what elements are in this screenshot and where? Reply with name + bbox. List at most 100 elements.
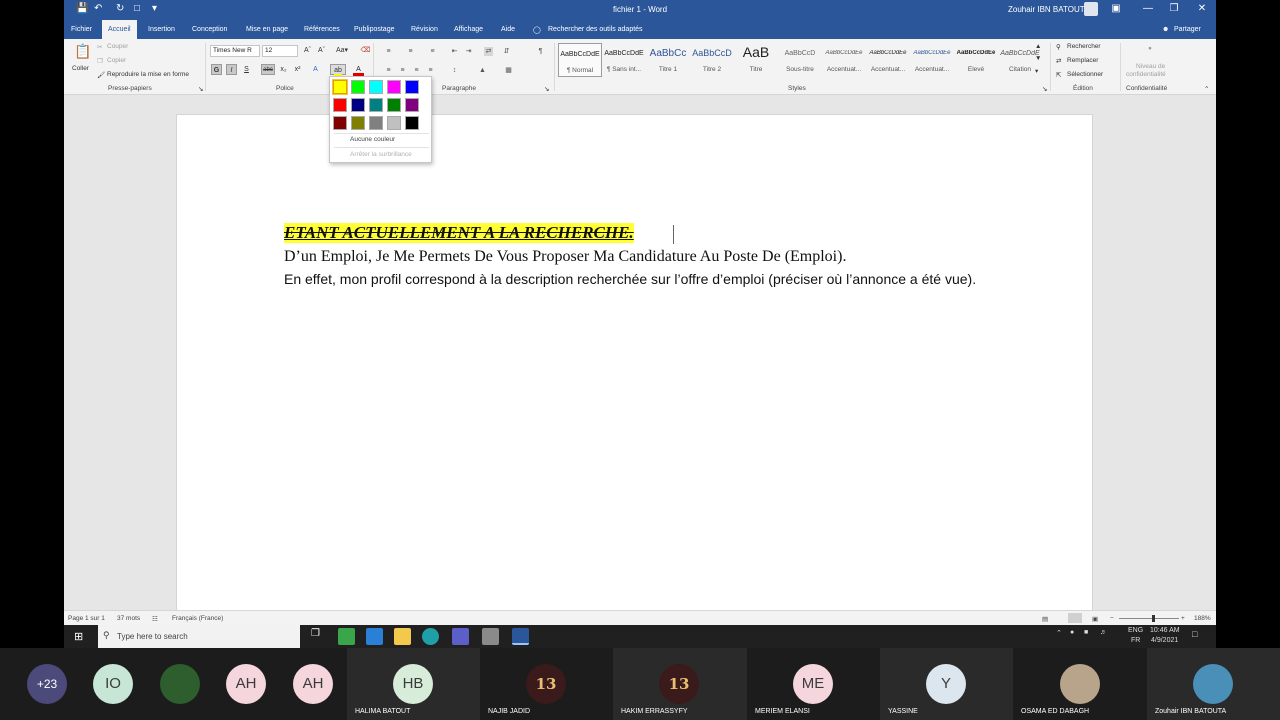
font-name-box[interactable]: Times New R xyxy=(210,45,260,57)
styles-scroll-down-icon[interactable]: ▼ xyxy=(1035,55,1041,62)
participant-tile[interactable]: Y YASSINE xyxy=(880,648,1013,720)
participant-avatar[interactable]: AH xyxy=(293,664,333,704)
font-color-button[interactable]: A xyxy=(353,64,364,76)
zoom-out-button[interactable]: − xyxy=(1110,615,1114,622)
task-view-icon[interactable]: ❐ xyxy=(307,628,324,645)
volume-icon[interactable]: ♬ xyxy=(1100,629,1107,636)
zoom-level[interactable]: 188% xyxy=(1194,615,1211,622)
increase-indent-icon[interactable]: ⇥ xyxy=(464,47,473,56)
participant-tile[interactable]: HB HALIMA BATOUT xyxy=(347,648,480,720)
language-indicator-2[interactable]: FR xyxy=(1131,637,1140,644)
highlight-swatch[interactable] xyxy=(351,98,365,112)
mail-icon[interactable] xyxy=(366,628,383,645)
tab-insertion[interactable]: Insertion xyxy=(148,26,175,33)
clear-formatting-icon[interactable]: ⌫ xyxy=(360,45,371,56)
participant-avatar[interactable]: IO xyxy=(93,664,133,704)
app-icon[interactable] xyxy=(482,628,499,645)
more-participants-counter[interactable]: +23 xyxy=(27,664,67,704)
styles-more-icon[interactable]: ▾ xyxy=(1035,67,1038,75)
participant-tile[interactable]: Zouhair IBN BATOUTA xyxy=(1147,648,1280,720)
highlight-swatch[interactable] xyxy=(405,98,419,112)
tell-me-search[interactable]: Rechercher des outils adaptés xyxy=(548,26,643,33)
participant-avatar[interactable]: AH xyxy=(226,664,266,704)
style-no-spacing[interactable]: AaBbCcDdE ¶ Sans int... xyxy=(602,43,646,77)
style-normal[interactable]: AaBbCcDdE ¶ Normal xyxy=(558,43,602,77)
tab-accueil[interactable]: Accueil xyxy=(102,20,137,39)
file-explorer-icon[interactable] xyxy=(394,628,411,645)
copy-button[interactable]: Copier xyxy=(107,57,126,64)
restore-button[interactable]: ❐ xyxy=(1164,3,1184,14)
highlight-swatch[interactable] xyxy=(405,80,419,94)
sensitivity-icon[interactable]: ● xyxy=(1148,45,1152,52)
collapse-ribbon-icon[interactable]: ⌃ xyxy=(1204,85,1209,93)
bullets-icon[interactable]: ≡ xyxy=(384,47,393,56)
document-line-1[interactable]: D’un Emploi, Je Me Permets De Vous Propo… xyxy=(284,248,846,266)
ribbon-display-icon[interactable]: ▣ xyxy=(1106,3,1126,14)
find-button[interactable]: Rechercher xyxy=(1067,43,1101,50)
numbering-icon[interactable]: ≡ xyxy=(406,47,415,56)
page-count[interactable]: Page 1 sur 1 xyxy=(68,615,105,622)
shrink-font-icon[interactable]: Aˇ xyxy=(316,45,327,56)
user-name[interactable]: Zouhair IBN BATOUTA xyxy=(1008,5,1089,14)
styles-scroll-up-icon[interactable]: ▲ xyxy=(1035,43,1041,50)
style-heading-2[interactable]: AaBbCcD Titre 2 xyxy=(690,43,734,77)
read-mode-icon[interactable]: ▤ xyxy=(1042,615,1048,623)
zoom-slider-thumb[interactable] xyxy=(1152,615,1155,622)
document-line-2[interactable]: En effet, mon profil correspond à la des… xyxy=(284,269,999,289)
share-button[interactable]: Partager xyxy=(1174,26,1201,33)
tab-references[interactable]: Références xyxy=(304,26,340,33)
stop-highlighting-option[interactable]: Arrêter la surbrillance xyxy=(350,151,412,158)
style-heading-1[interactable]: AaBbCc Titre 1 xyxy=(646,43,690,77)
highlight-swatch[interactable] xyxy=(333,80,347,94)
language-status[interactable]: Français (France) xyxy=(172,615,223,622)
tab-aide[interactable]: Aide xyxy=(501,26,515,33)
word-taskbar-icon[interactable] xyxy=(512,628,529,645)
shading-icon[interactable]: ▲ xyxy=(478,66,487,75)
web-layout-icon[interactable]: ▣ xyxy=(1092,615,1098,623)
style-subtle-emphasis[interactable]: AaBbCcDdEe Accentuat... xyxy=(822,43,866,77)
zoom-in-button[interactable]: + xyxy=(1181,615,1185,622)
font-size-box[interactable]: 12 xyxy=(262,45,298,57)
print-layout-icon[interactable] xyxy=(1068,613,1082,623)
sensitivity-label-line1[interactable]: Niveau de xyxy=(1136,63,1165,70)
zoom-slider[interactable] xyxy=(1119,618,1179,619)
language-indicator-1[interactable]: ENG xyxy=(1128,627,1143,634)
tab-affichage[interactable]: Affichage xyxy=(454,26,483,33)
highlight-swatch[interactable] xyxy=(387,116,401,130)
underline-button[interactable]: S xyxy=(241,64,252,75)
select-icon[interactable]: ⇱ xyxy=(1056,71,1061,79)
user-avatar[interactable] xyxy=(1084,2,1098,16)
bold-button[interactable]: G xyxy=(211,64,222,75)
tab-revision[interactable]: Révision xyxy=(411,26,438,33)
proofing-icon[interactable]: ☷ xyxy=(152,615,158,623)
participant-tile[interactable]: ME MERIEM ELANSI xyxy=(747,648,880,720)
grow-font-icon[interactable]: Aˆ xyxy=(302,45,313,56)
tab-conception[interactable]: Conception xyxy=(192,26,227,33)
justify-icon[interactable]: ≡ xyxy=(426,66,435,75)
highlight-swatch[interactable] xyxy=(387,98,401,112)
participant-tile[interactable]: 13 HAKIM ERRASSYFY xyxy=(613,648,747,720)
line-spacing-icon[interactable]: ↕ xyxy=(450,66,459,75)
share-icon[interactable]: ☻ xyxy=(1162,26,1169,33)
microphone-icon[interactable]: ● xyxy=(1070,629,1074,636)
borders-icon[interactable]: ▦ xyxy=(504,66,513,75)
style-emphasis[interactable]: AaBbCcDdEe Accentuat... xyxy=(866,43,910,77)
paragraph-launcher-icon[interactable]: ↘ xyxy=(544,85,549,93)
strikethrough-button[interactable]: abc xyxy=(261,64,275,75)
copy-icon[interactable]: ❐ xyxy=(97,57,103,65)
text-effects-icon[interactable]: A xyxy=(310,64,321,75)
cut-icon[interactable]: ✂ xyxy=(97,43,102,51)
teams-icon[interactable] xyxy=(452,628,469,645)
change-case-icon[interactable]: Aa▾ xyxy=(334,45,350,56)
document-page[interactable]: ETANT ACTUELLEMENT A LA RECHERCHE. D’un … xyxy=(176,114,1093,614)
taskbar-search[interactable]: ⚲ Type here to search xyxy=(98,625,300,648)
align-center-icon[interactable]: ≡ xyxy=(398,66,407,75)
tab-publipostage[interactable]: Publipostage xyxy=(354,26,394,33)
cut-button[interactable]: Couper xyxy=(107,43,128,50)
store-icon[interactable] xyxy=(338,628,355,645)
highlight-swatch[interactable] xyxy=(369,116,383,130)
subscript-icon[interactable]: x₂ xyxy=(278,64,289,75)
align-right-icon[interactable]: ≡ xyxy=(412,66,421,75)
paragraph-direction-icon[interactable]: ⇄ xyxy=(484,47,493,56)
sort-icon[interactable]: ⇵ xyxy=(502,47,511,56)
